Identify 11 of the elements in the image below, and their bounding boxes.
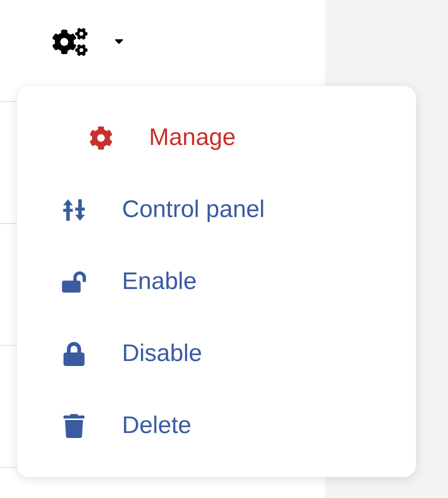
menu-item[interactable]: Enable	[17, 246, 416, 318]
trash-icon	[62, 414, 86, 438]
sliders-icon	[62, 198, 86, 222]
menu-item[interactable]: Disable	[17, 318, 416, 390]
padlock-icon	[62, 342, 86, 366]
menu-item[interactable]: Delete	[17, 390, 416, 462]
gear-icon	[89, 126, 113, 150]
gears-icon[interactable]	[52, 28, 88, 56]
menu-item[interactable]: Manage	[17, 102, 416, 174]
menu-item[interactable]: Control panel	[17, 174, 416, 246]
unlocked-padlock-icon	[62, 270, 86, 294]
